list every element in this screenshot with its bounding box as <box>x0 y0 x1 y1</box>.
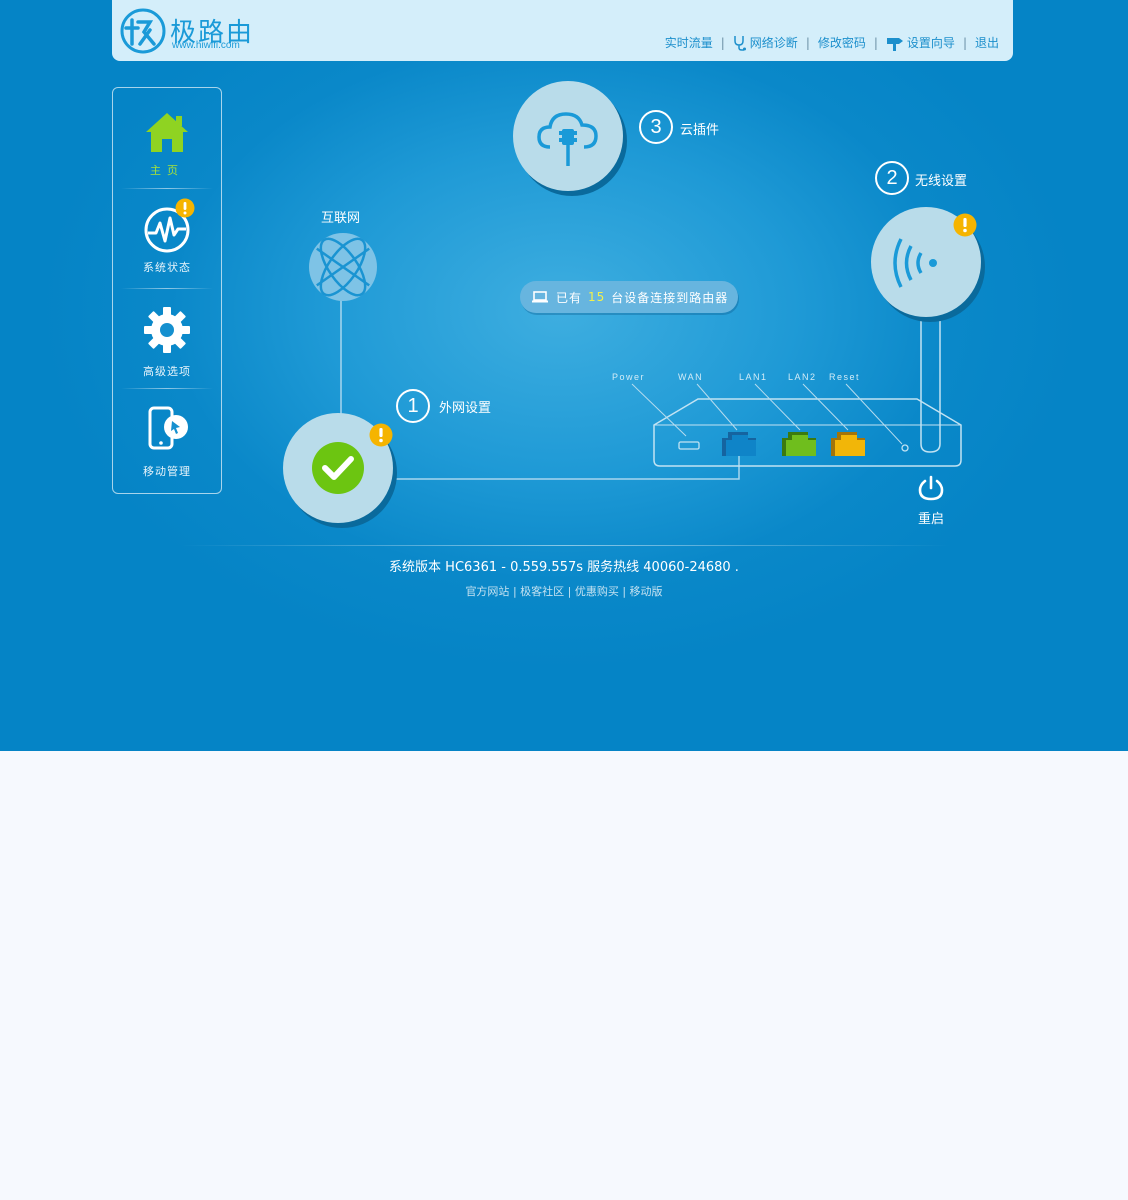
lan2-port <box>831 432 865 456</box>
footer-separator: | <box>567 585 575 598</box>
step-number-badge: 3 <box>639 110 673 144</box>
wireless-settings-label[interactable]: 无线设置 <box>915 170 967 189</box>
footer-divider <box>180 545 950 546</box>
devices-count: 15 <box>588 290 606 304</box>
official-site-link[interactable]: 官方网站 <box>465 585 509 598</box>
step-number-badge: 1 <box>396 389 430 423</box>
cloud-plug-icon <box>537 112 598 166</box>
warning-icon <box>369 423 393 447</box>
wifi-signal-icon <box>893 238 937 288</box>
globe-icon[interactable] <box>308 232 378 302</box>
community-link[interactable]: 极客社区 <box>520 585 564 598</box>
footer-separator: | <box>622 585 630 598</box>
wan-port-label: WAN <box>678 372 704 382</box>
reset-button[interactable] <box>900 443 910 453</box>
devices-prefix: 已有 <box>556 290 583 305</box>
footer-links: 官方网站 | 极客社区 | 优惠购买 | 移动版 <box>0 583 1128 599</box>
laptop-icon <box>532 291 548 303</box>
cloud-plugin-label[interactable]: 云插件 <box>680 119 719 138</box>
wan-settings-label[interactable]: 外网设置 <box>439 397 491 416</box>
cloud-plugin-button[interactable] <box>513 81 623 191</box>
restart-label[interactable]: 重启 <box>918 508 944 527</box>
power-icon[interactable] <box>918 475 944 501</box>
check-icon <box>312 442 364 494</box>
step-number-badge: 2 <box>875 161 909 195</box>
main-stage: 极路由 www.hiwifi.com 实时流量 | 网络诊断 | 修改密码 | … <box>0 0 1128 751</box>
reset-port-label: Reset <box>829 372 861 382</box>
power-port <box>678 441 700 450</box>
lan2-port-label: LAN2 <box>788 372 817 382</box>
wan-port <box>722 432 756 456</box>
shop-link[interactable]: 优惠购买 <box>575 585 619 598</box>
mobile-version-link[interactable]: 移动版 <box>630 585 663 598</box>
power-port-label: Power <box>612 372 646 382</box>
lan1-port-label: LAN1 <box>739 372 768 382</box>
devices-suffix: 台设备连接到路由器 <box>611 290 729 305</box>
router-ports <box>678 432 865 456</box>
warning-icon <box>953 213 977 237</box>
internet-label: 互联网 <box>321 211 361 226</box>
system-version: 系统版本 HC6361 - 0.559.557s 服务热线 40060-2468… <box>389 560 739 575</box>
connected-devices-pill[interactable]: 已有 15 台设备连接到路由器 <box>520 281 738 313</box>
lan1-port <box>782 432 816 456</box>
